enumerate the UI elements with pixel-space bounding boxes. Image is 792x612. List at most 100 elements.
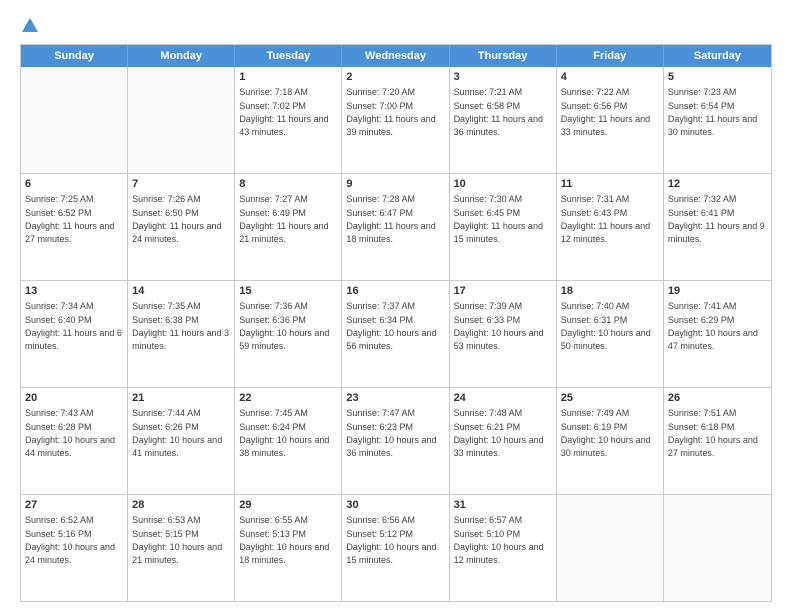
day-number: 12 (668, 177, 767, 192)
day-number: 18 (561, 284, 659, 299)
cell-info: Sunrise: 7:35 AM Sunset: 6:38 PM Dayligh… (132, 301, 229, 351)
cell-info: Sunrise: 6:56 AM Sunset: 5:12 PM Dayligh… (346, 515, 436, 565)
cell-info: Sunrise: 7:43 AM Sunset: 6:28 PM Dayligh… (25, 408, 115, 458)
cell-info: Sunrise: 7:26 AM Sunset: 6:50 PM Dayligh… (132, 194, 221, 244)
cell-info: Sunrise: 6:57 AM Sunset: 5:10 PM Dayligh… (454, 515, 544, 565)
day-number: 16 (346, 284, 444, 299)
day-number: 1 (239, 70, 337, 85)
cell-info: Sunrise: 7:20 AM Sunset: 7:00 PM Dayligh… (346, 87, 435, 137)
calendar-cell: 26 Sunrise: 7:51 AM Sunset: 6:18 PM Dayli… (664, 388, 771, 494)
calendar-cell: 9Sunrise: 7:28 AM Sunset: 6:47 PM Daylig… (342, 174, 449, 280)
calendar-header-cell: Friday (557, 45, 664, 67)
cell-info: Sunrise: 7:23 AM Sunset: 6:54 PM Dayligh… (668, 87, 757, 137)
day-number: 2 (346, 70, 444, 85)
logo (20, 18, 38, 34)
calendar-cell: 16 Sunrise: 7:37 AM Sunset: 6:34 PM Dayli… (342, 281, 449, 387)
calendar-header-cell: Thursday (450, 45, 557, 67)
calendar-cell: 5 Sunrise: 7:23 AM Sunset: 6:54 PM Daylig… (664, 67, 771, 173)
calendar-cell: 24 Sunrise: 7:48 AM Sunset: 6:21 PM Dayli… (450, 388, 557, 494)
cell-info: Sunrise: 6:53 AM Sunset: 5:15 PM Dayligh… (132, 515, 222, 565)
header (20, 18, 772, 34)
calendar-cell: 20 Sunrise: 7:43 AM Sunset: 6:28 PM Dayli… (21, 388, 128, 494)
calendar-cell: 23 Sunrise: 7:47 AM Sunset: 6:23 PM Dayli… (342, 388, 449, 494)
cell-info: Sunrise: 7:39 AM Sunset: 6:33 PM Dayligh… (454, 301, 544, 351)
calendar-cell: 10Sunrise: 7:30 AM Sunset: 6:45 PM Dayli… (450, 174, 557, 280)
calendar-cell (128, 67, 235, 173)
day-number: 6 (25, 177, 123, 192)
calendar-cell: 14 Sunrise: 7:35 AM Sunset: 6:38 PM Dayli… (128, 281, 235, 387)
calendar-cell: 19 Sunrise: 7:41 AM Sunset: 6:29 PM Dayli… (664, 281, 771, 387)
day-number: 3 (454, 70, 552, 85)
day-number: 24 (454, 391, 552, 406)
cell-info: Sunrise: 7:45 AM Sunset: 6:24 PM Dayligh… (239, 408, 329, 458)
calendar-header-cell: Sunday (21, 45, 128, 67)
cell-info: Sunrise: 7:27 AM Sunset: 6:49 PM Dayligh… (239, 194, 328, 244)
calendar-cell: 21Sunrise: 7:44 AM Sunset: 6:26 PM Dayli… (128, 388, 235, 494)
logo-triangle-icon (22, 18, 38, 32)
calendar: SundayMondayTuesdayWednesdayThursdayFrid… (20, 44, 772, 602)
calendar-cell: 15Sunrise: 7:36 AM Sunset: 6:36 PM Dayli… (235, 281, 342, 387)
cell-info: Sunrise: 7:40 AM Sunset: 6:31 PM Dayligh… (561, 301, 651, 351)
day-number: 7 (132, 177, 230, 192)
cell-info: Sunrise: 7:48 AM Sunset: 6:21 PM Dayligh… (454, 408, 544, 458)
calendar-body: 1Sunrise: 7:18 AM Sunset: 7:02 PM Daylig… (21, 67, 771, 601)
calendar-row: 27 Sunrise: 6:52 AM Sunset: 5:16 PM Dayli… (21, 494, 771, 601)
day-number: 28 (132, 498, 230, 513)
cell-info: Sunrise: 7:41 AM Sunset: 6:29 PM Dayligh… (668, 301, 758, 351)
cell-info: Sunrise: 7:44 AM Sunset: 6:26 PM Dayligh… (132, 408, 222, 458)
calendar-cell: 11Sunrise: 7:31 AM Sunset: 6:43 PM Dayli… (557, 174, 664, 280)
day-number: 29 (239, 498, 337, 513)
cell-info: Sunrise: 7:25 AM Sunset: 6:52 PM Dayligh… (25, 194, 114, 244)
calendar-cell (664, 495, 771, 601)
day-number: 26 (668, 391, 767, 406)
calendar-row: 1Sunrise: 7:18 AM Sunset: 7:02 PM Daylig… (21, 67, 771, 173)
day-number: 27 (25, 498, 123, 513)
cell-info: Sunrise: 7:51 AM Sunset: 6:18 PM Dayligh… (668, 408, 758, 458)
day-number: 31 (454, 498, 552, 513)
day-number: 19 (668, 284, 767, 299)
day-number: 23 (346, 391, 444, 406)
calendar-cell: 4 Sunrise: 7:22 AM Sunset: 6:56 PM Daylig… (557, 67, 664, 173)
cell-info: Sunrise: 7:49 AM Sunset: 6:19 PM Dayligh… (561, 408, 651, 458)
calendar-row: 6 Sunrise: 7:25 AM Sunset: 6:52 PM Daylig… (21, 173, 771, 280)
calendar-header-cell: Wednesday (342, 45, 449, 67)
day-number: 20 (25, 391, 123, 406)
day-number: 22 (239, 391, 337, 406)
cell-info: Sunrise: 7:47 AM Sunset: 6:23 PM Dayligh… (346, 408, 436, 458)
calendar-cell: 28 Sunrise: 6:53 AM Sunset: 5:15 PM Dayli… (128, 495, 235, 601)
cell-info: Sunrise: 7:30 AM Sunset: 6:45 PM Dayligh… (454, 194, 543, 244)
calendar-cell: 31 Sunrise: 6:57 AM Sunset: 5:10 PM Dayli… (450, 495, 557, 601)
cell-info: Sunrise: 7:36 AM Sunset: 6:36 PM Dayligh… (239, 301, 329, 351)
cell-info: Sunrise: 7:34 AM Sunset: 6:40 PM Dayligh… (25, 301, 122, 351)
calendar-header-cell: Monday (128, 45, 235, 67)
calendar-cell: 7 Sunrise: 7:26 AM Sunset: 6:50 PM Daylig… (128, 174, 235, 280)
calendar-cell: 17 Sunrise: 7:39 AM Sunset: 6:33 PM Dayli… (450, 281, 557, 387)
calendar-header-cell: Tuesday (235, 45, 342, 67)
day-number: 17 (454, 284, 552, 299)
calendar-row: 20 Sunrise: 7:43 AM Sunset: 6:28 PM Dayli… (21, 387, 771, 494)
day-number: 25 (561, 391, 659, 406)
day-number: 30 (346, 498, 444, 513)
calendar-cell (21, 67, 128, 173)
page: SundayMondayTuesdayWednesdayThursdayFrid… (0, 0, 792, 612)
calendar-cell: 2 Sunrise: 7:20 AM Sunset: 7:00 PM Daylig… (342, 67, 449, 173)
calendar-cell: 30 Sunrise: 6:56 AM Sunset: 5:12 PM Dayli… (342, 495, 449, 601)
calendar-header: SundayMondayTuesdayWednesdayThursdayFrid… (21, 45, 771, 67)
day-number: 8 (239, 177, 337, 192)
day-number: 4 (561, 70, 659, 85)
cell-info: Sunrise: 6:55 AM Sunset: 5:13 PM Dayligh… (239, 515, 329, 565)
calendar-cell: 1Sunrise: 7:18 AM Sunset: 7:02 PM Daylig… (235, 67, 342, 173)
calendar-cell: 27 Sunrise: 6:52 AM Sunset: 5:16 PM Dayli… (21, 495, 128, 601)
calendar-cell: 18 Sunrise: 7:40 AM Sunset: 6:31 PM Dayli… (557, 281, 664, 387)
day-number: 5 (668, 70, 767, 85)
cell-info: Sunrise: 7:28 AM Sunset: 6:47 PM Dayligh… (346, 194, 435, 244)
cell-info: Sunrise: 6:52 AM Sunset: 5:16 PM Dayligh… (25, 515, 115, 565)
calendar-cell: 22 Sunrise: 7:45 AM Sunset: 6:24 PM Dayli… (235, 388, 342, 494)
cell-info: Sunrise: 7:22 AM Sunset: 6:56 PM Dayligh… (561, 87, 650, 137)
calendar-cell: 3Sunrise: 7:21 AM Sunset: 6:58 PM Daylig… (450, 67, 557, 173)
calendar-cell: 8 Sunrise: 7:27 AM Sunset: 6:49 PM Daylig… (235, 174, 342, 280)
calendar-cell: 25 Sunrise: 7:49 AM Sunset: 6:19 PM Dayli… (557, 388, 664, 494)
day-number: 14 (132, 284, 230, 299)
calendar-row: 13Sunrise: 7:34 AM Sunset: 6:40 PM Dayli… (21, 280, 771, 387)
cell-info: Sunrise: 7:37 AM Sunset: 6:34 PM Dayligh… (346, 301, 436, 351)
